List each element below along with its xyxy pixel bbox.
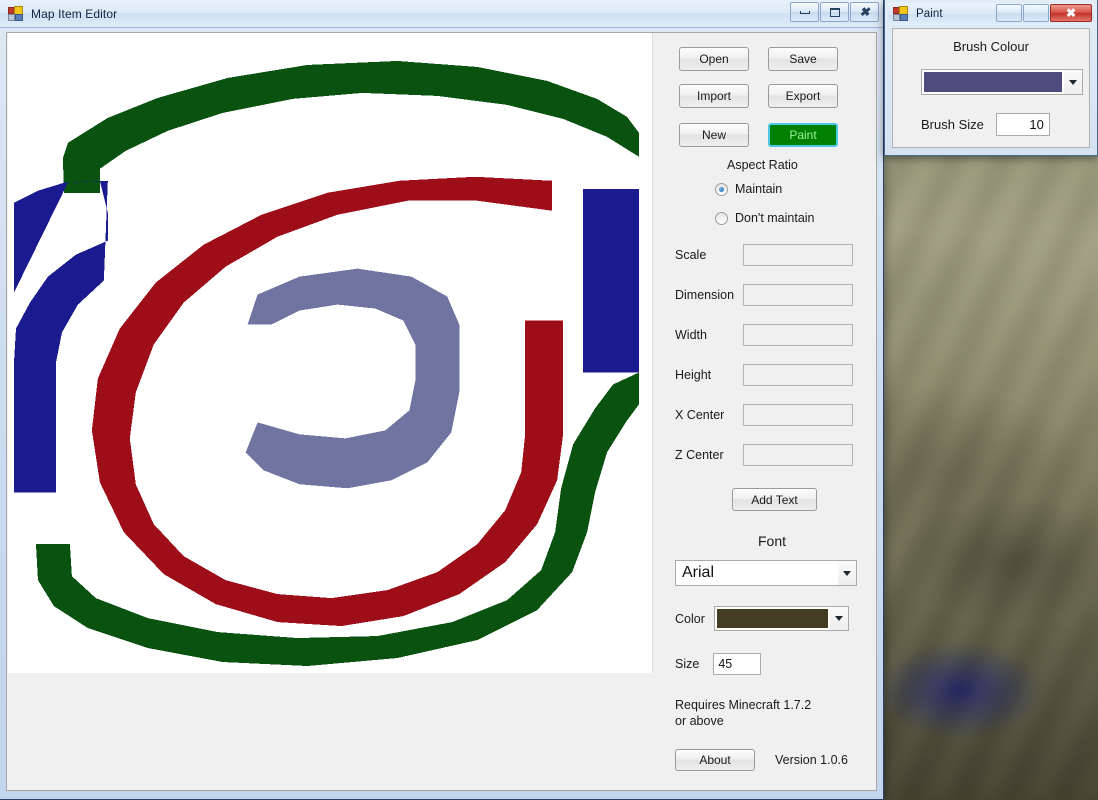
field-x-center-label: X Center xyxy=(675,408,725,422)
export-button[interactable]: Export xyxy=(768,84,838,108)
maximize-button[interactable] xyxy=(820,2,849,22)
main-window-body: Open Save Import Export New Paint Aspect… xyxy=(0,28,883,799)
font-section-title: Font xyxy=(758,533,787,549)
font-size-row: Size 45 xyxy=(675,653,762,675)
field-width-label: Width xyxy=(675,328,707,342)
control-panel: Open Save Import Export New Paint Aspect… xyxy=(655,33,876,790)
paint-close-button[interactable]: ✖ xyxy=(1050,4,1092,22)
paint-button[interactable]: Paint xyxy=(768,123,838,147)
paint-titlebar: Paint ✖ xyxy=(888,3,1094,25)
save-button[interactable]: Save xyxy=(768,47,838,71)
font-family-value: Arial xyxy=(682,564,715,581)
chevron-down-icon[interactable] xyxy=(838,561,856,585)
font-size-label: Size xyxy=(675,657,700,671)
field-x-center: X Center xyxy=(675,404,895,426)
field-height: Height xyxy=(675,364,895,386)
requires-note-line2: or above xyxy=(675,714,724,728)
brush-colour-swatch xyxy=(924,72,1062,92)
radio-dont-maintain-indicator[interactable] xyxy=(715,211,728,225)
paint-dialog: Paint ✖ Brush Colour Brush Size 10 xyxy=(884,0,1098,156)
radio-dont-maintain[interactable]: Don't maintain xyxy=(715,211,815,225)
paint-window-title: Paint xyxy=(916,8,943,20)
paint-minimize-button[interactable] xyxy=(996,4,1022,22)
button-row-3: New Paint xyxy=(679,123,838,147)
window-controls: ✖ xyxy=(790,2,879,22)
font-color-label: Color xyxy=(675,611,705,626)
font-color-swatch xyxy=(716,609,828,628)
font-family-select[interactable]: Arial xyxy=(675,560,857,586)
chevron-down-icon[interactable] xyxy=(1064,70,1082,94)
map-canvas[interactable] xyxy=(8,33,653,673)
main-titlebar: Map Item Editor ✖ xyxy=(0,0,883,28)
window-title: Map Item Editor xyxy=(31,6,118,21)
field-dimension-label: Dimension xyxy=(675,288,735,302)
field-width: Width xyxy=(675,324,895,346)
field-height-label: Height xyxy=(675,368,712,382)
radio-maintain-indicator[interactable] xyxy=(715,182,728,196)
font-color-select[interactable] xyxy=(713,606,849,631)
button-row-1: Open Save xyxy=(679,47,838,71)
open-button[interactable]: Open xyxy=(679,47,749,71)
paint-dialog-body: Brush Colour Brush Size 10 xyxy=(892,28,1090,148)
spiral-artwork xyxy=(8,33,652,672)
brush-colour-select[interactable] xyxy=(921,69,1083,95)
field-dimension-input[interactable] xyxy=(743,284,853,306)
field-width-input[interactable] xyxy=(743,324,853,346)
field-x-center-input[interactable] xyxy=(743,404,853,426)
field-scale: Scale xyxy=(675,244,895,266)
field-dimension: Dimension xyxy=(675,284,895,306)
radio-maintain[interactable]: Maintain xyxy=(715,182,782,196)
font-size-input[interactable]: 45 xyxy=(713,653,762,675)
font-color-row: Color xyxy=(675,606,849,631)
minimize-button[interactable] xyxy=(790,2,819,22)
brush-size-row: Brush Size 10 xyxy=(921,113,1050,136)
app-icon xyxy=(8,5,24,22)
paint-app-icon xyxy=(893,6,909,22)
brush-colour-label: Brush Colour xyxy=(953,39,1029,54)
paint-window-controls: ✖ xyxy=(996,4,1092,22)
main-client-area: Open Save Import Export New Paint Aspect… xyxy=(6,32,877,791)
field-scale-label: Scale xyxy=(675,248,707,262)
radio-dont-maintain-label: Don't maintain xyxy=(735,211,815,225)
requires-note-line1: Requires Minecraft 1.7.2 xyxy=(675,698,812,712)
brush-size-label: Brush Size xyxy=(921,117,984,132)
radio-maintain-label: Maintain xyxy=(735,182,783,196)
brush-size-input[interactable]: 10 xyxy=(995,113,1050,136)
chevron-down-icon[interactable] xyxy=(829,607,848,630)
version-label: Version 1.0.6 xyxy=(775,753,848,767)
field-z-center-input[interactable] xyxy=(743,444,853,466)
field-z-center: Z Center xyxy=(675,444,895,466)
field-scale-input[interactable] xyxy=(743,244,853,266)
field-z-center-label: Z Center xyxy=(675,448,724,462)
new-button[interactable]: New xyxy=(679,123,749,147)
close-button[interactable]: ✖ xyxy=(850,2,879,22)
aspect-ratio-title: Aspect Ratio xyxy=(727,158,798,172)
button-row-2: Import Export xyxy=(679,84,838,108)
import-button[interactable]: Import xyxy=(679,84,749,108)
about-button[interactable]: About xyxy=(675,749,755,771)
paint-maximize-button[interactable] xyxy=(1023,4,1049,22)
add-text-button[interactable]: Add Text xyxy=(732,488,817,511)
field-height-input[interactable] xyxy=(743,364,853,386)
main-window: Map Item Editor ✖ Open Save Import Expor… xyxy=(0,0,884,800)
